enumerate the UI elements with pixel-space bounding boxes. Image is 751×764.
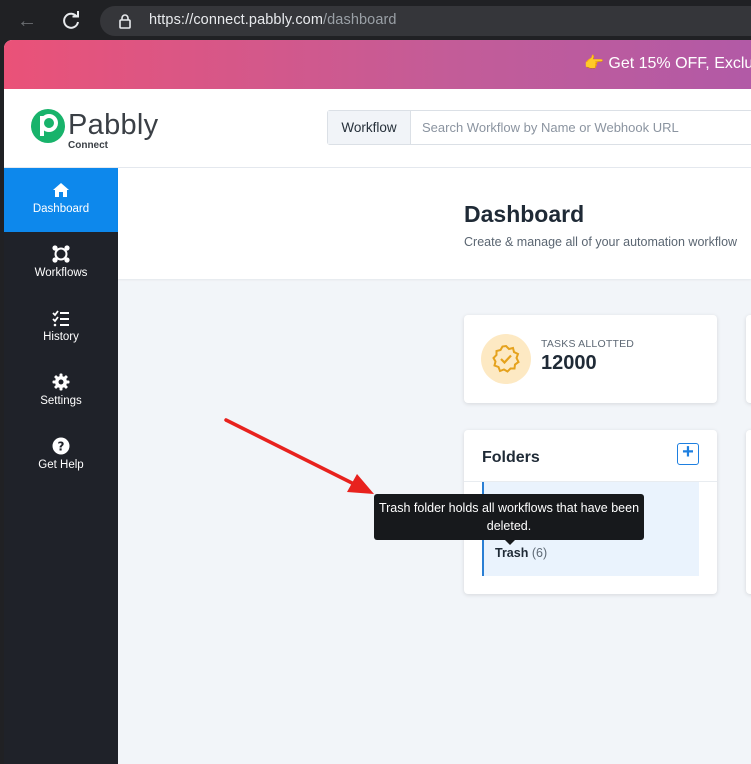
address-bar[interactable]: https://connect.pabbly.com/dashboard — [100, 6, 751, 36]
promo-banner[interactable]: 👉 Get 15% OFF, Exclu — [4, 40, 751, 89]
reload-icon[interactable] — [58, 8, 84, 34]
browser-toolbar: ← https://connect.pabbly.com/dashboard — [0, 0, 751, 40]
sidebar-item-dashboard[interactable]: Dashboard — [4, 168, 118, 232]
sidebar-item-workflows[interactable]: Workflows — [4, 232, 118, 296]
tasks-value: 12000 — [541, 352, 597, 374]
home-icon — [51, 180, 71, 200]
sidebar-item-label: Get Help — [38, 459, 84, 471]
partial-card — [746, 315, 751, 403]
page-subtitle: Create & manage all of your automation w… — [464, 235, 738, 249]
lock-icon — [118, 13, 132, 29]
logo-name[interactable]: Pabbly — [68, 109, 158, 142]
search-group: Workflow — [327, 110, 751, 145]
folder-item-trash[interactable]: Trash (6) — [495, 546, 547, 560]
badge-circle — [481, 334, 531, 384]
sidebar-item-label: Dashboard — [32, 203, 90, 215]
tooltip-tail — [504, 539, 516, 545]
workflows-icon — [51, 244, 71, 264]
sidebar: Dashboard Workflows History Settings ? G… — [4, 168, 118, 764]
tasks-allotted-card: TASKS ALLOTTED 12000 — [464, 315, 717, 403]
url-text: https://connect.pabbly.com/dashboard — [149, 12, 397, 28]
folder-count: (6) — [531, 546, 548, 560]
folders-title: Folders — [482, 449, 540, 466]
sidebar-item-label: Settings — [40, 395, 82, 407]
partial-card — [746, 430, 751, 594]
search-type-select[interactable]: Workflow — [328, 111, 411, 144]
help-icon: ? — [51, 436, 71, 456]
page-header: Dashboard Create & manage all of your au… — [118, 168, 751, 279]
pointing-hand-icon: 👉 — [584, 55, 604, 72]
history-icon — [51, 308, 71, 328]
page-title: Dashboard — [464, 201, 585, 227]
sidebar-item-history[interactable]: History — [4, 296, 118, 360]
tasks-label: TASKS ALLOTTED — [541, 338, 635, 350]
verified-badge-icon — [491, 344, 521, 374]
sidebar-item-settings[interactable]: Settings — [4, 360, 118, 424]
sidebar-item-label: History — [43, 331, 79, 343]
page: 👉 Get 15% OFF, Exclu Pabbly Connect Work… — [4, 40, 751, 764]
gear-icon — [51, 372, 71, 392]
app-header: Pabbly Connect Workflow — [4, 89, 751, 168]
sidebar-item-label: Workflows — [34, 267, 88, 279]
svg-text:?: ? — [58, 440, 65, 454]
pabbly-logo-icon[interactable] — [30, 108, 66, 144]
logo-sub: Connect — [68, 140, 108, 151]
promo-text: 👉 Get 15% OFF, Exclu — [584, 55, 751, 72]
arrow-left-icon[interactable]: ← — [14, 8, 40, 34]
sidebar-item-get-help[interactable]: ? Get Help — [4, 424, 118, 488]
trash-tooltip: Trash folder holds all workflows that ha… — [374, 494, 644, 540]
search-input[interactable] — [412, 111, 751, 144]
plus-icon[interactable]: + — [677, 442, 699, 465]
